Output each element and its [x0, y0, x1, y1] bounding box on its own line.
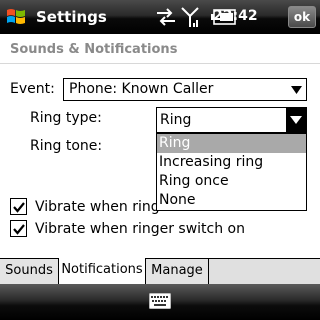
ring-type-option[interactable]: Increasing ring	[157, 153, 306, 172]
ring-type-dropdown-button[interactable]	[286, 108, 306, 132]
vibrate-off-checkbox[interactable]	[10, 198, 27, 215]
tab-sounds[interactable]: Sounds	[0, 259, 59, 285]
ring-type-dropdown[interactable]: Ring	[156, 107, 307, 133]
event-value: Phone: Known Caller	[69, 81, 214, 97]
data-connection-icon[interactable]	[155, 6, 177, 28]
chevron-down-icon	[291, 86, 302, 94]
keyboard-icon[interactable]	[149, 293, 171, 309]
tab-manage[interactable]: Manage	[146, 259, 209, 285]
vibrate-on-checkbox[interactable]	[10, 220, 27, 237]
event-label: Event:	[10, 81, 55, 97]
tab-notifications[interactable]: Notifications	[59, 258, 146, 285]
ring-type-label: Ring type:	[30, 110, 102, 126]
chevron-down-icon	[290, 116, 302, 124]
title-bar: Settings 22:42 ok	[0, 0, 320, 34]
vibrate-on-label[interactable]: Vibrate when ringer switch on	[35, 221, 245, 237]
checkmark-icon	[13, 224, 25, 235]
page-title: Sounds & Notifications	[10, 42, 178, 57]
ok-button[interactable]: ok	[288, 6, 316, 28]
tab-bar: Sounds Notifications Manage	[0, 258, 320, 285]
windows-start-icon[interactable]	[4, 5, 28, 29]
soft-key-bar	[0, 284, 320, 320]
signal-antenna-icon[interactable]	[180, 6, 200, 28]
clock[interactable]: 22:42	[213, 8, 258, 24]
ring-type-option[interactable]: Ring once	[157, 172, 306, 191]
app-title: Settings	[36, 8, 107, 26]
ring-type-option[interactable]: None	[157, 191, 306, 210]
page-header: Sounds & Notifications	[0, 34, 320, 64]
ring-tone-label: Ring tone:	[30, 138, 103, 154]
event-dropdown[interactable]: Phone: Known Caller	[63, 78, 307, 101]
checkmark-icon	[13, 202, 25, 213]
ring-type-option[interactable]: Ring	[157, 134, 306, 153]
ring-type-value: Ring	[160, 112, 192, 128]
ring-type-options-list: Ring Increasing ring Ring once None	[156, 133, 307, 211]
